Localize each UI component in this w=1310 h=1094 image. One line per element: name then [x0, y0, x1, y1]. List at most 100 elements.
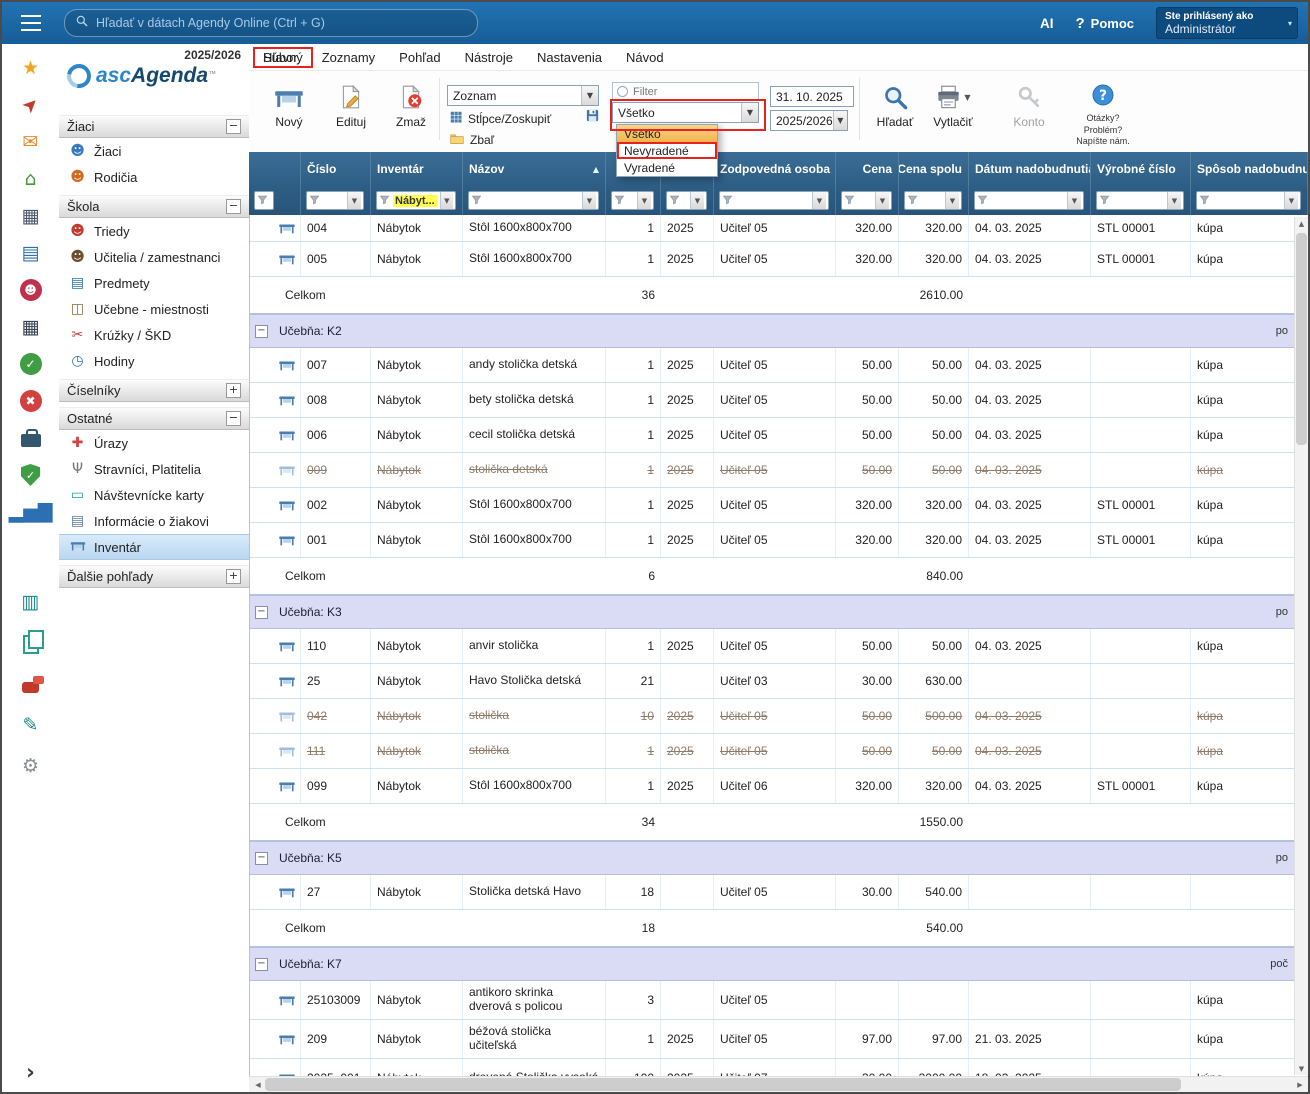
person-badge-icon[interactable]: ☻	[20, 278, 42, 302]
new-button[interactable]: Nový	[261, 82, 317, 129]
sidebar-item-invent-r[interactable]: Inventár	[59, 534, 249, 560]
sidebar-section-kola[interactable]: Škola−	[59, 195, 249, 218]
horizontal-scrollbar[interactable]: ◀ ▶	[249, 1076, 1308, 1092]
sidebar-item-predmety[interactable]: ▤Predmety	[59, 270, 249, 296]
dropdown-option-v-etko[interactable]: Všetko	[617, 125, 717, 142]
table-row[interactable]: 042Nábytokstolička102025Učiteľ 0550.0050…	[249, 699, 1308, 734]
mail-icon[interactable]: ✉	[23, 130, 39, 154]
column-header-datum[interactable]: Dátum nadobudnutia	[969, 152, 1091, 186]
scroll-left-icon[interactable]: ◀	[251, 1077, 265, 1092]
vertical-scrollbar[interactable]: ▲ ▼	[1294, 217, 1308, 1075]
sidebar-item-n-v-tevn-cke-karty[interactable]: ▭Návštevnícke karty	[59, 482, 249, 508]
global-search-input[interactable]: Hľadať v dátach Agendy Online (Ctrl + G)	[64, 9, 478, 37]
sidebar-item-razy[interactable]: ✚Úrazy	[59, 430, 249, 456]
menu-s-bor[interactable]: Súbor	[253, 47, 308, 68]
ai-button[interactable]: AI	[1040, 16, 1054, 31]
column-header-cena_spolu[interactable]: Cena spolu	[899, 152, 969, 186]
shield-icon[interactable]: ✓	[21, 463, 41, 487]
table-row[interactable]: 099NábytokStôl 1600x800x70012025Učiteľ 0…	[249, 769, 1308, 804]
sidebar-item-kr-ky-kd[interactable]: ✂Krúžky / ŠKD	[59, 322, 249, 348]
table-row[interactable]: 110Nábytokanvir stolička12025Učiteľ 0550…	[249, 629, 1308, 664]
collapse-icon[interactable]: −	[255, 325, 268, 338]
table-row[interactable]: 005NábytokStôl 1600x800x70012025Učiteľ 0…	[249, 242, 1308, 277]
sidebar-section-seln-ky[interactable]: Číselníky+	[59, 379, 249, 402]
library-icon[interactable]: ▥	[22, 590, 40, 614]
scroll-down-icon[interactable]: ▼	[1295, 1062, 1308, 1075]
sidebar-item-u-itelia-zamestnanci[interactable]: ☻Učitelia / zamestnanci	[59, 244, 249, 270]
filter-combo-rok[interactable]: ▼	[666, 191, 707, 210]
filter-combo-vyrobne[interactable]: ▼	[1096, 191, 1184, 210]
gear-icon[interactable]: ⚙	[22, 754, 39, 778]
filter-combo-cena_spolu[interactable]: ▼	[904, 191, 962, 210]
table-row[interactable]: 209Nábytokbéžová stolička učiteľská12025…	[249, 1020, 1308, 1059]
chart-icon[interactable]: ▂▅▇	[9, 500, 53, 524]
table-row[interactable]: 27NábytokStolička detská Havo18Učiteľ 05…	[249, 875, 1308, 910]
horizontal-scroll-thumb[interactable]	[265, 1078, 1181, 1091]
account-button[interactable]: Konto	[1001, 82, 1057, 129]
group-row[interactable]: −Učebňa: K5po	[249, 841, 1308, 875]
sidebar-item-triedy[interactable]: ☻Triedy	[59, 218, 249, 244]
school-year-combo[interactable]: 2025/2026 ▼	[770, 110, 848, 131]
chat-icon[interactable]	[22, 672, 39, 696]
section-toggle-icon[interactable]: −	[226, 411, 241, 426]
group-row[interactable]: −Učebňa: K3po	[249, 595, 1308, 629]
filter-combo-osoba[interactable]: ▼	[719, 191, 829, 210]
journal-icon[interactable]: ▤	[22, 241, 40, 265]
table-row[interactable]: 111Nábytokstolička12025Učiteľ 0550.0050.…	[249, 734, 1308, 769]
calendar-icon[interactable]: ▦	[22, 315, 40, 339]
search-button[interactable]: Hľadať	[867, 82, 923, 129]
column-header-sposob[interactable]: Spôsob nadobudnutia	[1191, 152, 1308, 186]
menu-zoznamy[interactable]: Zoznamy	[312, 47, 385, 68]
column-header-nazov[interactable]: Názov▲	[463, 152, 606, 186]
dropdown-option-nevyraden[interactable]: Nevyradené	[617, 142, 717, 159]
star-icon[interactable]: ★	[22, 56, 39, 80]
home-icon[interactable]: ⌂	[24, 167, 36, 191]
user-menu[interactable]: Ste prihlásený ako Administrátor ▾	[1156, 7, 1298, 39]
group-row[interactable]: −Učebňa: K7poč	[249, 947, 1308, 981]
table-row[interactable]: 004NábytokStôl 1600x800x70012025Učiteľ 0…	[249, 215, 1308, 242]
help-button[interactable]: ?Pomoc	[1075, 15, 1134, 32]
filter-combo-nazov[interactable]: ▼	[468, 191, 599, 210]
sidebar-item-inform-cie-o-iakovi[interactable]: ▤Informácie o žiakovi	[59, 508, 249, 534]
filter-state-combo[interactable]: Všetko ▼	[612, 102, 759, 123]
sidebar-item-rodi-ia[interactable]: ☻Rodičia	[59, 164, 249, 190]
filter-combo-cena[interactable]: ▼	[841, 191, 892, 210]
date-field[interactable]: 31. 10. 2025	[770, 86, 854, 107]
timetable-icon[interactable]: ▦	[22, 204, 40, 228]
table-row[interactable]: 001NábytokStôl 1600x800x70012025Učiteľ 0…	[249, 523, 1308, 558]
column-header-osoba[interactable]: Zodpovedná osoba	[714, 152, 836, 186]
section-toggle-icon[interactable]: −	[226, 119, 241, 134]
menu-hamburger-button[interactable]	[14, 8, 48, 38]
column-header-inventar[interactable]: Inventár	[371, 152, 463, 186]
scroll-up-icon[interactable]: ▲	[1295, 217, 1308, 230]
menu-nastavenia[interactable]: Nastavenia	[527, 47, 612, 68]
collapse-icon[interactable]: −	[255, 606, 268, 619]
sidebar-item-hodiny[interactable]: ◷Hodiny	[59, 348, 249, 374]
print-button[interactable]: ▼ Vytlačiť	[925, 82, 981, 129]
filter-combo-icon[interactable]	[254, 191, 274, 210]
table-row[interactable]: 2025_001Nábytokdrevená Stolička vysoká10…	[249, 1059, 1308, 1077]
table-row[interactable]: 002NábytokStôl 1600x800x70012025Učiteľ 0…	[249, 488, 1308, 523]
table-row[interactable]: 006Nábytokcecil stolička detská12025Učit…	[249, 418, 1308, 453]
filter-combo-cislo[interactable]: ▼	[306, 191, 364, 210]
menu-poh-ad[interactable]: Pohľad	[389, 47, 450, 68]
alert-badge-icon[interactable]: ✖	[20, 389, 42, 413]
check-badge-icon[interactable]: ✓	[20, 352, 42, 376]
collapse-button[interactable]: Zbaľ	[449, 131, 494, 149]
table-row[interactable]: 008Nábytokbety stolička detská12025Učite…	[249, 383, 1308, 418]
save-view-button[interactable]	[585, 108, 600, 128]
filter-combo-sposob[interactable]: ▼	[1196, 191, 1301, 210]
collapse-icon[interactable]: −	[255, 958, 268, 971]
table-row[interactable]: 25103009Nábytokantikoro skrinka dverová …	[249, 981, 1308, 1020]
sidebar-section-al-ie-poh-ady[interactable]: Ďalšie pohľady+	[59, 565, 249, 588]
scroll-right-icon[interactable]: ▶	[1293, 1077, 1307, 1092]
column-header-icon[interactable]	[249, 152, 301, 186]
delete-button[interactable]: Zmaž	[383, 82, 439, 129]
list-type-combo[interactable]: Zoznam ▼	[447, 85, 599, 106]
sidebar-item-u-ebne-miestnosti[interactable]: ◫Učebne - miestnosti	[59, 296, 249, 322]
table-row[interactable]: 009Nábytokstolička detská12025Učiteľ 055…	[249, 453, 1308, 488]
section-toggle-icon[interactable]: −	[226, 199, 241, 214]
section-toggle-icon[interactable]: +	[226, 383, 241, 398]
collapse-icon[interactable]: −	[255, 852, 268, 865]
column-header-vyrobne[interactable]: Výrobné číslo	[1091, 152, 1191, 186]
